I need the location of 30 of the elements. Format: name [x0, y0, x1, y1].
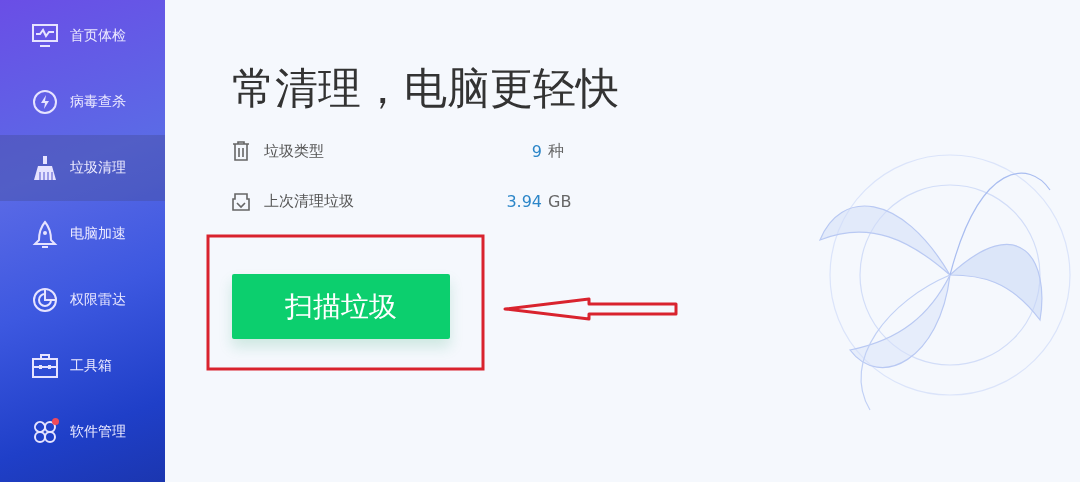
clover-icon — [32, 419, 58, 445]
nav-item[interactable]: 工具箱 — [0, 333, 165, 399]
broom-icon — [32, 155, 58, 181]
lightning-icon — [32, 89, 58, 115]
stat-label: 上次清理垃圾 — [264, 191, 355, 211]
bin-icon — [232, 191, 250, 211]
stat-unit: 种 — [548, 140, 565, 162]
nav-label: 权限雷达 — [70, 291, 126, 309]
page-title: 常清理，电脑更轻快 — [232, 62, 620, 115]
nav-item[interactable]: 电脑加速 — [0, 201, 165, 267]
monitor-icon — [32, 24, 58, 48]
trash-icon — [232, 141, 250, 161]
nav-item[interactable]: 首页体检 — [0, 3, 165, 69]
stat-value: 3.94 — [506, 191, 542, 211]
stat-unit: GB — [548, 191, 572, 211]
stat-value: 9 — [531, 141, 542, 161]
nav-item[interactable]: 权限雷达 — [0, 267, 165, 333]
nav-label: 软件管理 — [70, 423, 126, 441]
nav-item[interactable]: 垃圾清理 — [0, 135, 165, 201]
stat-label: 垃圾类型 — [264, 141, 325, 161]
nav-label: 垃圾清理 — [70, 159, 126, 177]
nav-label: 病毒查杀 — [70, 93, 126, 111]
nav-item[interactable]: 病毒查杀 — [0, 69, 165, 135]
toolbox-icon — [32, 354, 58, 378]
nav-label: 工具箱 — [70, 357, 112, 375]
nav-item[interactable]: 软件管理 — [0, 399, 165, 465]
radar-icon — [32, 287, 58, 313]
nav-label: 首页体检 — [70, 27, 126, 45]
nav-label: 电脑加速 — [70, 225, 126, 243]
rocket-icon — [32, 220, 58, 248]
